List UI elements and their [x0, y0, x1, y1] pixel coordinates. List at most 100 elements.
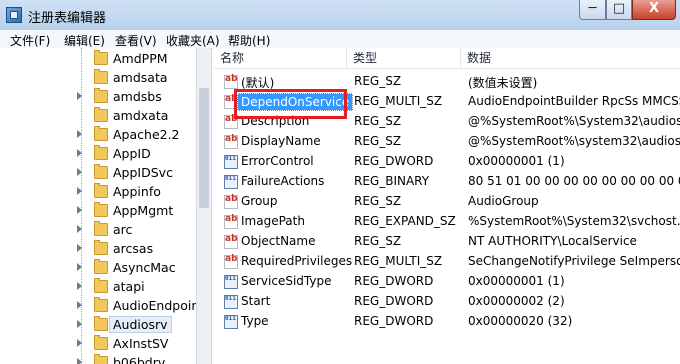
expand-arrow-icon[interactable] [77, 92, 82, 100]
value-data-cell: 80 51 01 00 00 00 00 00 00 00 00 00 [468, 174, 680, 188]
table-row[interactable]: ObjectName REG_SZ NT AUTHORITY\LocalServic… [214, 232, 680, 252]
tree-scrollbar-thumb[interactable] [199, 88, 209, 208]
tree-item-label: AmdPPM [113, 51, 168, 66]
maximize-button[interactable]: □ [606, 0, 632, 20]
value-type-cell: REG_SZ [354, 134, 402, 148]
value-data-cell: @%SystemRoot%\System32\audiosrv [468, 114, 680, 128]
expand-arrow-icon[interactable] [77, 225, 82, 233]
value-type-cell: REG_SZ [354, 74, 402, 88]
string-value-icon [224, 74, 238, 89]
close-button[interactable]: X [632, 0, 676, 20]
value-type-cell: REG_SZ [354, 194, 402, 208]
value-name-cell: Type [241, 314, 269, 328]
value-name-cell: ErrorControl [241, 154, 314, 168]
menu-favorites[interactable]: 收藏夹(A) [166, 32, 220, 49]
folder-icon [94, 297, 108, 312]
table-row[interactable]: Type REG_DWORD 0x00000020 (32) [214, 312, 680, 332]
string-value-icon [224, 134, 238, 149]
expand-arrow-icon[interactable] [77, 206, 82, 214]
folder-icon [94, 316, 108, 331]
tree-item-label: b06bdrv [113, 355, 166, 364]
value-data-cell: @%SystemRoot%\system32\audiosrv [468, 134, 680, 148]
value-data-cell: 0x00000020 (32) [468, 314, 573, 328]
expand-arrow-icon[interactable] [77, 282, 82, 290]
value-name-cell: DisplayName [241, 134, 321, 148]
string-value-icon [224, 234, 238, 249]
value-data-cell: %SystemRoot%\System32\svchost.exe [468, 214, 680, 228]
table-row[interactable]: FailureActions REG_BINARY 80 51 01 00 00 0… [214, 172, 680, 192]
expand-arrow-icon[interactable] [77, 339, 82, 347]
tree-scrollbar[interactable] [196, 48, 211, 364]
expand-arrow-icon[interactable] [77, 263, 82, 271]
tree-item-label: AxInstSV [113, 336, 169, 351]
value-name-cell: ObjectName [241, 234, 316, 248]
tree-item-label: amdxata [113, 108, 169, 123]
value-name-cell: ServiceSidType [241, 274, 332, 288]
value-type-cell: REG_SZ [354, 114, 402, 128]
folder-icon [94, 259, 108, 274]
folder-icon [94, 145, 108, 160]
value-type-cell: REG_MULTI_SZ [354, 254, 443, 268]
expand-arrow-icon[interactable] [77, 244, 82, 252]
folder-icon [94, 50, 108, 65]
table-row[interactable]: DisplayName REG_SZ @%SystemRoot%\system32\… [214, 132, 680, 152]
expand-arrow-icon[interactable] [77, 187, 82, 195]
registry-editor-window: 注册表编辑器 ─ □ X 文件(F) 编辑(E) 查看(V) 收藏夹(A) 帮助… [0, 0, 680, 364]
value-data-cell: AudioGroup [468, 194, 539, 208]
value-data-cell: (数值未设置) [468, 76, 538, 90]
tree-item-label: arc [113, 222, 133, 237]
menu-file[interactable]: 文件(F) [10, 32, 50, 49]
table-row[interactable]: ServiceSidType REG_DWORD 0x00000001 (1) [214, 272, 680, 292]
column-header-type[interactable]: 类型 [347, 48, 461, 68]
folder-icon [94, 69, 108, 84]
folder-icon [94, 126, 108, 141]
value-data-cell: NT AUTHORITY\LocalService [468, 234, 637, 248]
expand-arrow-icon[interactable] [77, 130, 82, 138]
tree-item-label: AudioEndpoint [113, 298, 205, 313]
highlight-annotation-box [234, 89, 347, 119]
registry-editor-icon [6, 7, 22, 23]
expand-arrow-icon[interactable] [77, 358, 82, 364]
expand-arrow-icon[interactable] [77, 301, 82, 309]
value-type-cell: REG_DWORD [354, 294, 434, 308]
column-header-data[interactable]: 数据 [461, 48, 680, 68]
window-title: 注册表编辑器 [28, 11, 107, 26]
value-name-cell: Group [241, 194, 278, 208]
table-row[interactable]: Start REG_DWORD 0x00000002 (2) [214, 292, 680, 312]
column-header-row: 名称 类型 数据 [214, 48, 680, 69]
value-type-cell: REG_DWORD [354, 314, 434, 328]
menu-edit[interactable]: 编辑(E) [64, 32, 105, 49]
tree-item-label: AppMgmt [113, 203, 174, 218]
value-type-cell: REG_EXPAND_SZ [354, 214, 456, 228]
table-row[interactable]: RequiredPrivilegesREG_MULTI_SZ SeChangeNo… [214, 252, 680, 272]
folder-icon [94, 202, 108, 217]
value-type-cell: REG_DWORD [354, 274, 434, 288]
tree-item-label: Audiosrv [109, 316, 172, 333]
value-name-cell: RequiredPrivileges [241, 254, 353, 268]
tree-item-label: AsyncMac [113, 260, 176, 275]
folder-icon [94, 240, 108, 255]
expand-arrow-icon[interactable] [77, 168, 82, 176]
expand-arrow-icon[interactable] [77, 320, 82, 328]
menu-view[interactable]: 查看(V) [115, 32, 157, 49]
tree-item-label: AppID [113, 146, 151, 161]
table-row[interactable]: ErrorControl REG_DWORD 0x00000001 (1) [214, 152, 680, 172]
table-row[interactable]: Group REG_SZ AudioGroup [214, 192, 680, 212]
value-data-cell: SeChangeNotifyPrivilege SeImperson [468, 254, 680, 268]
expand-arrow-icon[interactable] [77, 149, 82, 157]
binary-value-icon [224, 315, 238, 329]
value-name-cell: Start [241, 294, 271, 308]
menu-help[interactable]: 帮助(H) [228, 32, 270, 49]
string-value-icon [224, 254, 238, 269]
tree-item-label: atapi [113, 279, 145, 294]
table-row[interactable]: ImagePath REG_EXPAND_SZ %SystemRoot%\Syste… [214, 212, 680, 232]
folder-icon [94, 354, 108, 364]
column-header-name[interactable]: 名称 [214, 48, 347, 68]
title-bar[interactable]: 注册表编辑器 ─ □ X [0, 0, 680, 30]
binary-value-icon [224, 155, 238, 169]
value-data-cell: 0x00000001 (1) [468, 274, 565, 288]
value-type-cell: REG_SZ [354, 234, 402, 248]
minimize-button[interactable]: ─ [579, 0, 606, 20]
tree-item-label: Apache2.2 [113, 127, 180, 142]
folder-icon [94, 164, 108, 179]
